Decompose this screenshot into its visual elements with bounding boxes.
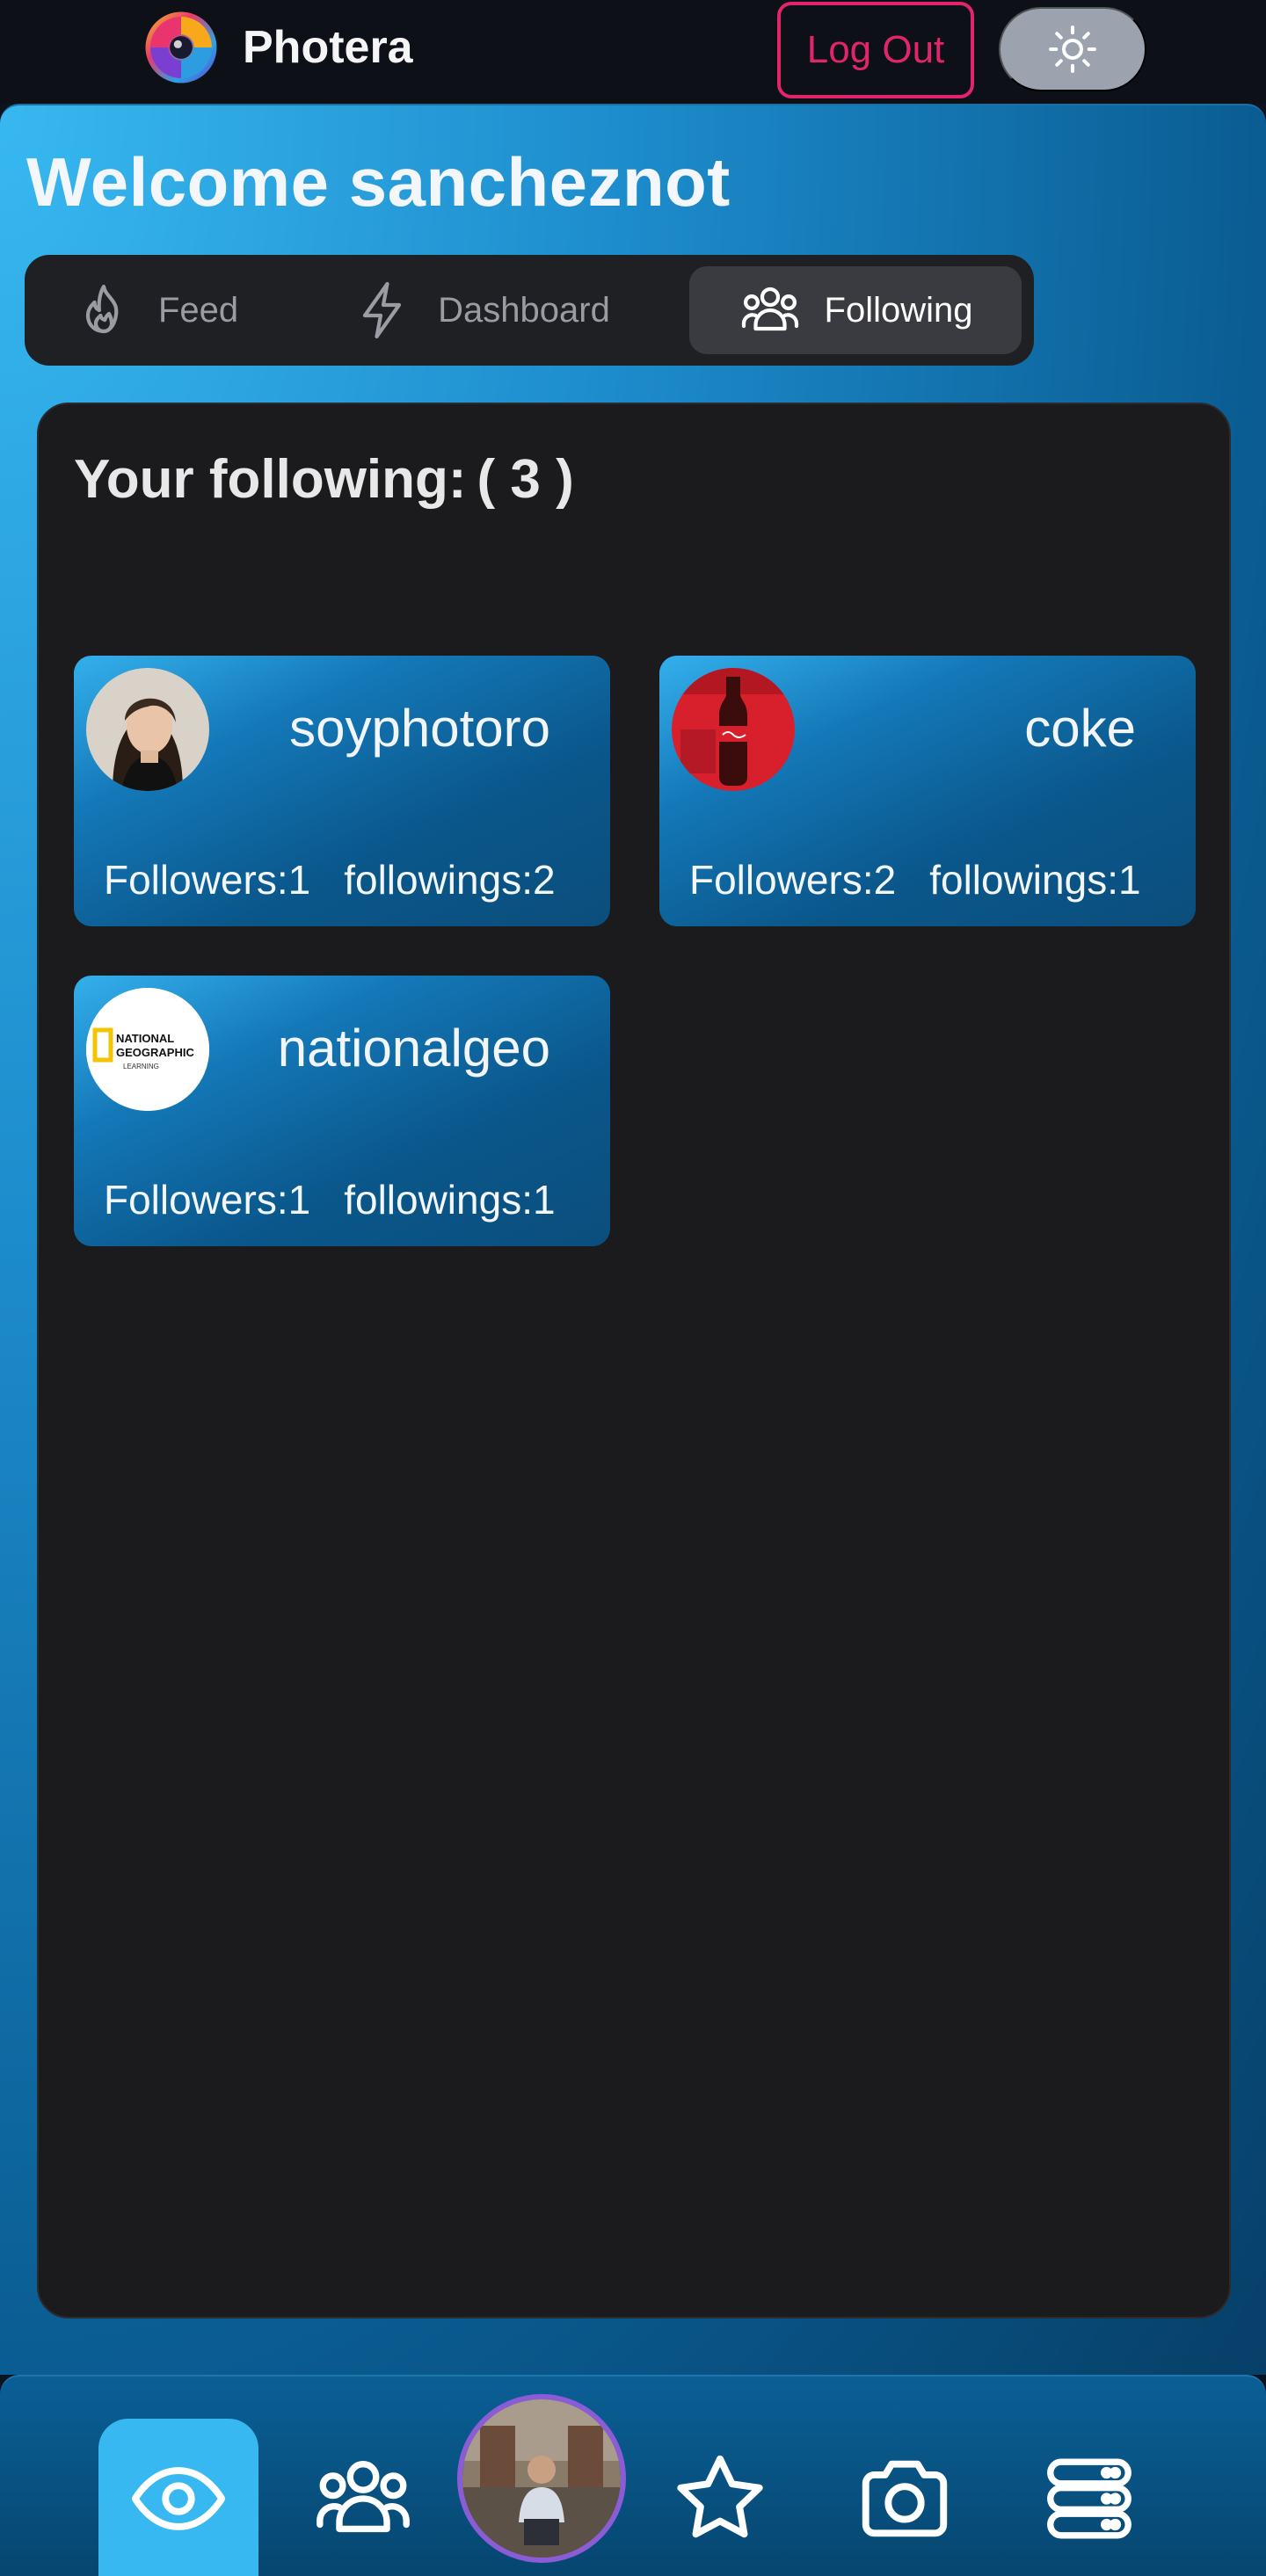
server-icon [1047, 2458, 1131, 2538]
card-username: soyphotoro [289, 699, 550, 758]
followings-count: followings:1 [344, 1177, 556, 1223]
lightning-icon [363, 281, 402, 339]
tab-feed[interactable]: Feed [37, 266, 301, 354]
following-title: Your following:( 3 ) [74, 448, 574, 511]
users-icon [741, 287, 798, 331]
bottom-nav [0, 2375, 1266, 2576]
card-stats: Followers:2 followings:1 [689, 856, 1141, 903]
nav-following[interactable] [283, 2419, 443, 2576]
following-title-label: Your following: [74, 449, 467, 510]
nav-camera[interactable] [825, 2419, 985, 2576]
svg-text:LEARNING: LEARNING [123, 1063, 159, 1070]
nav-storage[interactable] [1009, 2419, 1169, 2576]
nav-feed[interactable] [98, 2419, 258, 2576]
sun-icon [1049, 25, 1096, 73]
svg-text:GEOGRAPHIC: GEOGRAPHIC [116, 1046, 194, 1059]
photera-logo-icon [145, 11, 217, 83]
portrait-avatar[interactable] [86, 668, 209, 791]
tab-feed-label: Feed [158, 290, 239, 330]
nav-favorites[interactable] [640, 2419, 800, 2576]
followers-count: Followers:2 [689, 857, 897, 903]
theme-toggle-button[interactable] [999, 7, 1146, 91]
tab-bar: Feed Dashboard Following [25, 255, 1034, 366]
svg-text:NATIONAL: NATIONAL [116, 1032, 174, 1045]
user-card-nationalgeo[interactable]: NATIONAL GEOGRAPHIC LEARNING nationalgeo… [74, 976, 610, 1246]
followings-count: followings:1 [929, 857, 1141, 903]
main-panel: Welcome sancheznot Feed Dashboard Follow… [0, 104, 1266, 2375]
user-card-soyphotoro[interactable]: soyphotoro Followers:1 followings:2 [74, 656, 610, 926]
followers-count: Followers:1 [104, 1177, 311, 1223]
following-count: ( 3 ) [477, 449, 574, 510]
user-card-coke[interactable]: coke Followers:2 followings:1 [659, 656, 1196, 926]
tab-dashboard[interactable]: Dashboard [301, 266, 661, 354]
coca-cola-avatar[interactable] [672, 668, 795, 791]
star-icon [677, 2455, 763, 2537]
card-stats: Followers:1 followings:1 [104, 1176, 556, 1223]
top-bar: Photera Log Out [0, 0, 1266, 104]
national-geographic-avatar[interactable]: NATIONAL GEOGRAPHIC LEARNING [86, 988, 209, 1111]
followings-count: followings:2 [344, 857, 556, 903]
brand[interactable]: Photera [141, 7, 413, 88]
app-name: Photera [243, 22, 413, 73]
followers-count: Followers:1 [104, 857, 311, 903]
following-panel: Your following:( 3 ) soyphotoro Follower… [37, 403, 1231, 2318]
flame-icon [85, 284, 119, 334]
card-username: nationalgeo [277, 1019, 550, 1078]
tab-following-label: Following [824, 290, 973, 330]
tab-following[interactable]: Following [689, 266, 1022, 354]
users-icon [316, 2460, 410, 2532]
card-stats: Followers:1 followings:2 [104, 856, 556, 903]
camera-icon [862, 2460, 948, 2536]
tab-dashboard-label: Dashboard [438, 290, 610, 330]
logout-button[interactable]: Log Out [777, 2, 974, 98]
eye-icon [131, 2466, 226, 2530]
profile-avatar[interactable] [457, 2394, 626, 2563]
welcome-heading: Welcome sancheznot [26, 143, 731, 221]
card-username: coke [1024, 699, 1136, 758]
